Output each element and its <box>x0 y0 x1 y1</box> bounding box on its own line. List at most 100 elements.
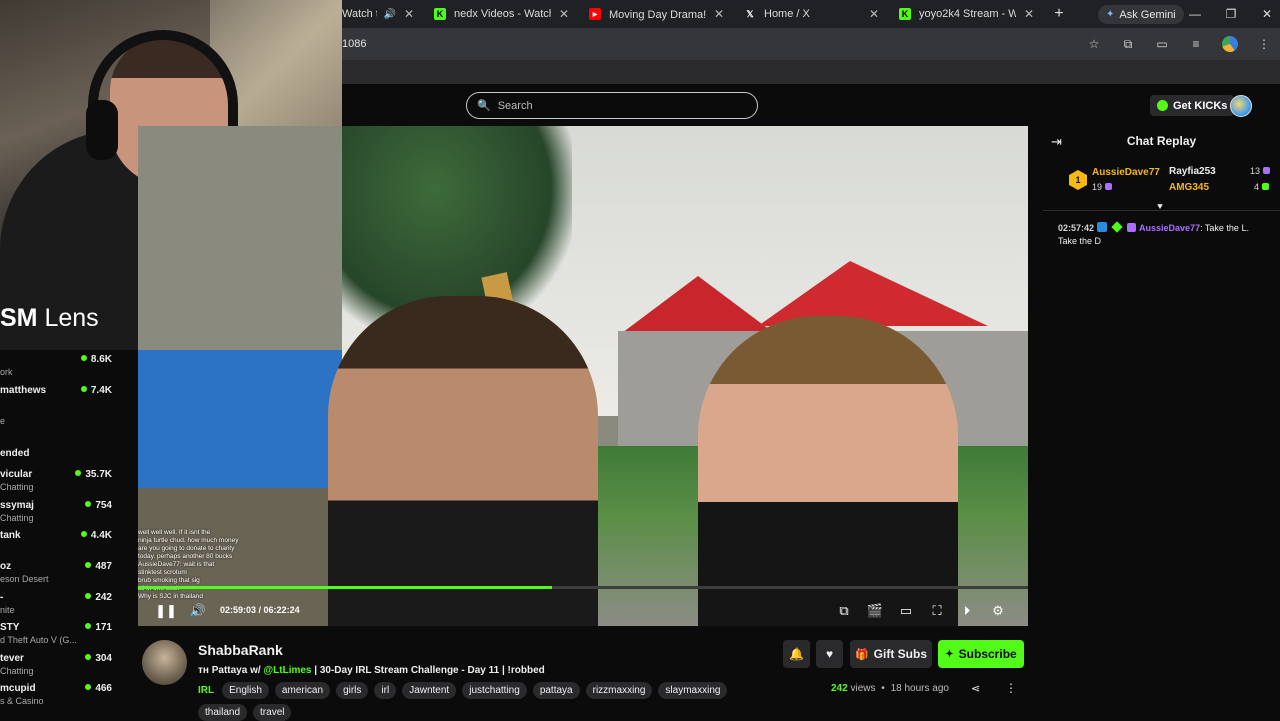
video-player[interactable]: well well well. If it isnt the ninja tur… <box>138 126 1028 626</box>
playback-speed-icon[interactable]: ⏵ <box>959 603 975 619</box>
close-tab-icon[interactable]: ✕ <box>706 7 724 21</box>
menu-dots-icon[interactable]: ⋮ <box>1256 36 1272 52</box>
progress-bar[interactable] <box>138 586 1028 589</box>
gift-subs-label: Gift Subs <box>873 647 928 661</box>
search-icon: 🔍 <box>477 100 491 112</box>
ask-gemini-button[interactable]: ✦ Ask Gemini <box>1098 5 1184 24</box>
channel-avatar[interactable] <box>142 640 187 685</box>
tag[interactable]: rizzmaxxing <box>585 682 653 699</box>
followed-channels-sidebar: ork 8.6K matthews 7.4K e ended vicular C… <box>0 350 138 720</box>
sidebar-channel[interactable]: matthews 7.4K <box>0 385 138 415</box>
user-avatar[interactable] <box>1230 95 1252 117</box>
sidebar-channel[interactable]: - nite 242 <box>0 592 138 622</box>
tag[interactable]: English <box>222 682 269 699</box>
minimize-icon[interactable]: — <box>1188 7 1202 21</box>
theater-mode-icon[interactable]: ▭ <box>898 603 914 619</box>
volume-icon[interactable]: 🔊 <box>190 603 206 619</box>
sidebar-channel[interactable]: tank 4.4K <box>0 530 138 560</box>
search-placeholder: Search <box>497 99 533 112</box>
category-link[interactable]: IRL <box>198 685 214 696</box>
sidebar-channel[interactable]: vicular Chatting 35.7K <box>0 469 138 499</box>
sidebar-channel[interactable]: ssymaj Chatting 754 <box>0 500 138 530</box>
tag[interactable]: girls <box>336 682 369 699</box>
more-options-icon[interactable]: ⋮ <box>1005 681 1017 695</box>
video-meta: 242 views • 18 hours ago <box>831 683 949 694</box>
channel-category: Chatting <box>0 666 34 676</box>
sidebar-channel[interactable]: STY d Theft Auto V (G... 171 <box>0 622 138 652</box>
bookmarks-strip <box>342 60 1280 84</box>
get-kicks-button[interactable]: Get KICKs <box>1150 95 1235 116</box>
viewer-count: 7.4K <box>81 385 112 396</box>
message-username[interactable]: AussieDave77 <box>1139 223 1200 233</box>
url-text[interactable]: 1086 <box>342 38 366 50</box>
sidebar-channel[interactable]: tever Chatting 304 <box>0 653 138 683</box>
expand-leaderboard-icon[interactable]: ⯆ <box>1156 202 1164 213</box>
close-tab-icon[interactable]: ✕ <box>396 7 414 21</box>
tag[interactable]: Jawntent <box>402 682 457 699</box>
channel-name: matthews <box>0 385 47 396</box>
tab-yoyo[interactable]: K yoyo2k4 Stream - Watch Liv ✕ <box>889 0 1044 28</box>
channel-category: eson Desert <box>0 574 49 584</box>
video-age: 18 hours ago <box>890 683 949 694</box>
title-mention[interactable]: @LtLimes <box>263 665 311 676</box>
tab-x[interactable]: 𝕏 Home / X ✕ <box>734 0 889 28</box>
overlay-chat-line: AussieDave77: wait is that <box>138 561 215 568</box>
kick-icon: K <box>434 8 446 20</box>
channel-name: mcupid <box>0 683 36 694</box>
tag[interactable]: irl <box>374 682 397 699</box>
miniplayer-icon[interactable]: ⧉ <box>836 603 852 619</box>
profile-icon[interactable] <box>1222 36 1238 52</box>
subscribe-button[interactable]: ✦ Subscribe <box>938 640 1024 668</box>
video-person-right <box>698 316 958 626</box>
restore-icon[interactable]: ❐ <box>1224 7 1238 21</box>
tab-label: Watch the <box>342 8 377 20</box>
close-tab-icon[interactable]: ✕ <box>551 7 569 21</box>
tag[interactable]: slaymaxxing <box>658 682 728 699</box>
follow-button[interactable]: ♥ <box>816 640 843 668</box>
tag[interactable]: travel <box>253 704 292 721</box>
clip-icon[interactable]: 🎬 <box>867 603 883 619</box>
sidebar-channel[interactable]: ork 8.6K <box>0 354 138 384</box>
close-tab-icon[interactable]: ✕ <box>861 7 879 21</box>
recommended-heading: ended <box>0 448 30 459</box>
window-controls: — ❐ ✕ <box>1188 0 1274 28</box>
kicks-coin-icon <box>1157 100 1168 111</box>
tag[interactable]: justchatting <box>462 682 527 699</box>
stream-info: ShabbaRank ᴛʜ Pattaya w/ @LtLimes | 30-D… <box>138 626 1028 721</box>
notification-bell-button[interactable]: 🔔 <box>783 640 810 668</box>
overlay-chat-line: ninja turtle chud. how much money <box>138 537 239 544</box>
kick-header: 🔍 Search Get KICKs <box>342 84 1280 126</box>
channel-category: Chatting <box>0 513 34 523</box>
channel-name[interactable]: ShabbaRank <box>198 642 283 658</box>
leaderboard-count-2: 13 <box>1250 166 1271 176</box>
pause-icon[interactable]: ❚❚ <box>155 603 177 619</box>
settings-gear-icon[interactable]: ⚙ <box>990 603 1006 619</box>
sidebar-channel[interactable]: mcupid s & Casino 466 <box>0 683 138 713</box>
tag[interactable]: american <box>274 682 331 699</box>
cast-icon[interactable]: ▭ <box>1154 36 1170 52</box>
tab-nedx[interactable]: K nedx Videos - Watch On-De ✕ <box>424 0 579 28</box>
tab-watch[interactable]: Watch the 🔊 ✕ <box>342 0 424 28</box>
media-control-icon[interactable]: ≡ <box>1188 36 1204 52</box>
extensions-icon[interactable]: ⧉ <box>1120 36 1136 52</box>
close-tab-icon[interactable]: ✕ <box>1016 7 1034 21</box>
sidebar-channel[interactable]: oz eson Desert 487 <box>0 561 138 591</box>
tag[interactable]: thailand <box>198 704 248 721</box>
fullscreen-icon[interactable]: ⛶ <box>929 603 945 619</box>
overlay-chat-line: well well well. If it isnt the <box>138 529 211 536</box>
viewer-count: 466 <box>85 683 112 694</box>
share-icon[interactable]: ⋖ <box>971 682 980 695</box>
leaderboard-count-3: 4 <box>1254 182 1270 192</box>
speaker-icon[interactable]: 🔊 <box>383 9 395 20</box>
rank-badge-icon: 1 <box>1069 170 1087 190</box>
bookmark-star-icon[interactable]: ☆ <box>1086 36 1102 52</box>
tab-youtube[interactable]: ▶ Moving Day Drama! 😳 + E ✕ <box>579 0 734 28</box>
tag[interactable]: pattaya <box>532 682 580 699</box>
search-input[interactable]: 🔍 Search <box>466 92 758 119</box>
kick-icon: K <box>899 8 911 20</box>
time-current: 02:59:03 <box>220 605 257 615</box>
chat-divider <box>1043 210 1280 211</box>
gift-subs-button[interactable]: 🎁 Gift Subs <box>850 640 932 668</box>
new-tab-button[interactable]: + <box>1044 5 1074 23</box>
close-window-icon[interactable]: ✕ <box>1260 7 1274 21</box>
